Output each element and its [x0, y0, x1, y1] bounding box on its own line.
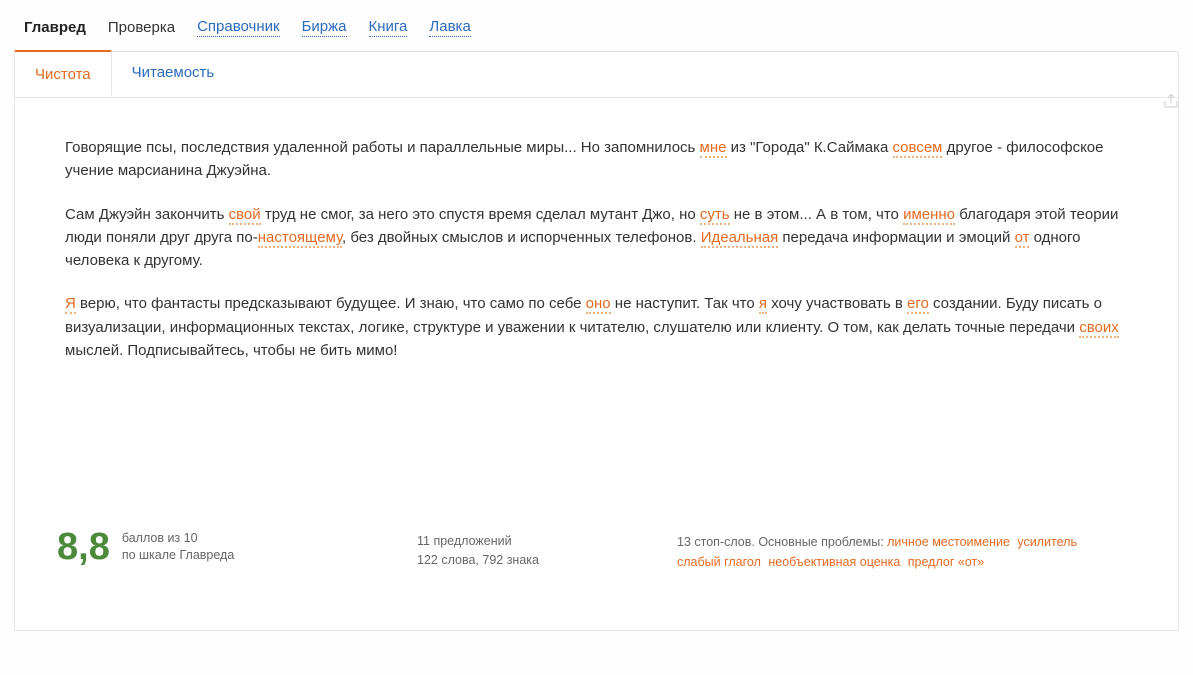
highlight-word[interactable]: оно — [586, 295, 611, 314]
problem-tag[interactable]: необъективная оценка — [768, 555, 900, 569]
text-span: верю, что фантасты предсказывают будущее… — [76, 295, 586, 312]
highlight-word[interactable]: настоящему — [258, 229, 342, 248]
paragraph-2: Сам Джуэйн закончить свой труд не смог, … — [65, 203, 1128, 273]
score-text: баллов из 10 по шкале Главреда — [122, 530, 234, 565]
tab-cleanliness[interactable]: Чистота — [14, 50, 112, 96]
highlight-word[interactable]: свой — [229, 206, 261, 225]
paragraph-3: Я верю, что фантасты предсказывают будущ… — [65, 292, 1128, 362]
text-span: хочу участвовать в — [767, 295, 907, 312]
problem-tag[interactable]: предлог «от» — [908, 555, 984, 569]
problem-tag[interactable]: усилитель — [1017, 535, 1077, 549]
top-nav: Главред Проверка Справочник Биржа Книга … — [0, 0, 1193, 51]
text-span: мыслей. Подписывайтесь, чтобы не бить ми… — [65, 342, 397, 359]
score-block: 8,8 баллов из 10 по шкале Главреда — [57, 528, 377, 566]
score-line-2: по шкале Главреда — [122, 547, 234, 565]
highlight-word[interactable]: Я — [65, 295, 76, 314]
highlight-word[interactable]: мне — [700, 139, 727, 158]
highlight-word[interactable]: именно — [903, 206, 955, 225]
share-icon[interactable] — [1162, 92, 1180, 110]
text-span: не наступит. Так что — [611, 295, 759, 312]
highlight-word[interactable]: его — [907, 295, 929, 314]
problems-block: 13 стоп-слов. Основные проблемы: личное … — [677, 528, 1128, 572]
highlight-word[interactable]: от — [1015, 229, 1030, 248]
text-span: Говорящие псы, последствия удаленной раб… — [65, 139, 700, 156]
nav-item-book[interactable]: Книга — [369, 18, 408, 37]
score-line-1: баллов из 10 — [122, 530, 234, 548]
tabs: Чистота Читаемость — [15, 51, 1178, 98]
text-span: Сам Джуэйн закончить — [65, 206, 229, 223]
problems-prefix: 13 стоп-слов. Основные проблемы: — [677, 535, 887, 549]
stats-words: 122 слова, 792 знака — [417, 551, 637, 570]
tab-readability[interactable]: Читаемость — [112, 50, 235, 96]
nav-item-reference[interactable]: Справочник — [197, 18, 280, 37]
text-span: передача информации и эмоций — [778, 229, 1014, 246]
text-editor[interactable]: Говорящие псы, последствия удаленной раб… — [15, 98, 1178, 518]
paragraph-1: Говорящие псы, последствия удаленной раб… — [65, 136, 1128, 183]
text-span: труд не смог, за него это спустя время с… — [261, 206, 700, 223]
text-span: , без двойных смыслов и испорченных теле… — [342, 229, 701, 246]
stats-block: 11 предложений 122 слова, 792 знака — [417, 528, 637, 570]
stats-sentences: 11 предложений — [417, 532, 637, 551]
highlight-word[interactable]: Идеальная — [701, 229, 779, 248]
nav-item-shop[interactable]: Лавка — [429, 18, 470, 37]
text-span: не в этом... А в том, что — [730, 206, 903, 223]
footer-stats: 8,8 баллов из 10 по шкале Главреда 11 пр… — [15, 518, 1178, 600]
highlight-word[interactable]: своих — [1079, 319, 1119, 338]
score-number: 8,8 — [57, 528, 110, 566]
highlight-word[interactable]: я — [759, 295, 767, 314]
brand-logo[interactable]: Главред — [24, 19, 86, 36]
problem-tag[interactable]: слабый глагол — [677, 555, 761, 569]
highlight-word[interactable]: суть — [700, 206, 730, 225]
problem-tag[interactable]: личное местоимение — [887, 535, 1010, 549]
nav-item-exchange[interactable]: Биржа — [302, 18, 347, 37]
highlight-word[interactable]: совсем — [893, 139, 943, 158]
text-span: из "Города" К.Саймака — [727, 139, 893, 156]
editor-panel: Чистота Читаемость Говорящие псы, послед… — [14, 51, 1179, 631]
nav-item-check[interactable]: Проверка — [108, 19, 175, 36]
